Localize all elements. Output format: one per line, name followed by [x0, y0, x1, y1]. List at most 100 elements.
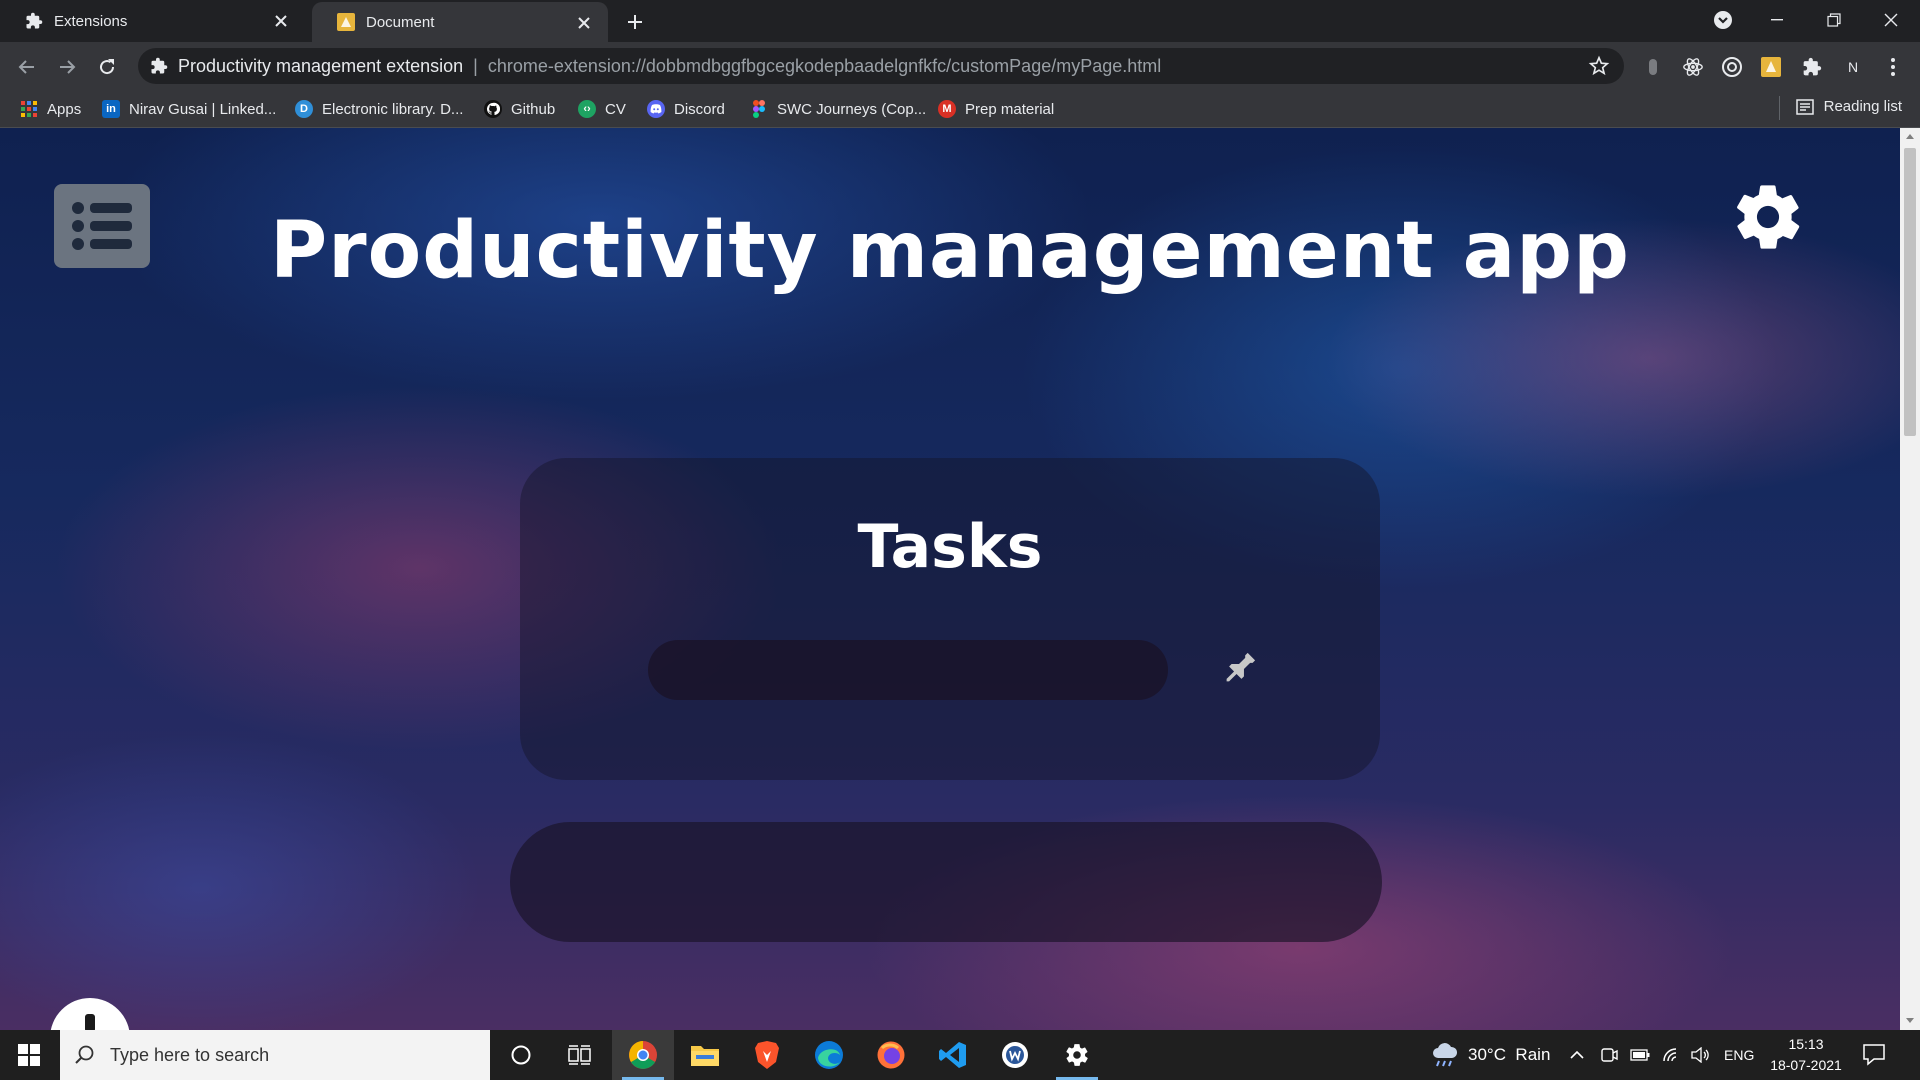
reload-button[interactable]	[92, 52, 122, 82]
target-extension-icon[interactable]	[1719, 54, 1745, 80]
bookmarks-bar: Apps in Nirav Gusai | Linked... D Electr…	[0, 90, 1920, 128]
bookmark-label: Discord	[674, 100, 725, 118]
chrome-taskbar-icon[interactable]	[612, 1030, 674, 1080]
info-button[interactable]	[50, 998, 130, 1030]
chevron-up-icon	[1570, 1050, 1584, 1059]
task-input[interactable]	[648, 640, 1168, 700]
windows-start-button[interactable]	[0, 1030, 58, 1080]
brave-icon[interactable]	[736, 1030, 798, 1080]
firefox-icon[interactable]	[860, 1030, 922, 1080]
tab-extensions[interactable]: Extensions	[0, 0, 305, 42]
more-options-icon[interactable]	[1880, 54, 1906, 80]
rain-cloud-icon	[1430, 1042, 1460, 1068]
bookmark-label: Electronic library. D...	[322, 100, 464, 118]
forward-button[interactable]	[52, 52, 82, 82]
productivity-extension-icon[interactable]	[1758, 54, 1784, 80]
extension-favicon-icon	[336, 12, 356, 32]
puzzle-icon	[24, 11, 44, 31]
settings-taskbar-icon[interactable]	[1046, 1030, 1108, 1080]
linkedin-icon: in	[102, 100, 120, 118]
scroll-thumb[interactable]	[1904, 148, 1916, 436]
tasks-heading: Tasks	[857, 512, 1043, 582]
bookmark-linkedin[interactable]: in Nirav Gusai | Linked...	[102, 98, 276, 120]
bookmark-label: Apps	[47, 100, 82, 118]
url-separator: |	[473, 55, 478, 76]
page-title: Productivity management app	[270, 206, 1630, 296]
bookmark-electronic-library[interactable]: D Electronic library. D...	[295, 98, 463, 120]
cv-icon: ‹›	[578, 100, 596, 118]
restore-button[interactable]	[1805, 0, 1863, 40]
figma-icon	[750, 100, 768, 118]
battery-icon[interactable]	[1630, 1030, 1650, 1080]
url-text: chrome-extension://dobbmdbggfbgcegkodepb…	[487, 55, 1162, 76]
windows-taskbar: Type here to search 30°C Rain ENG 15:13 …	[0, 1030, 1920, 1080]
address-bar[interactable]: Productivity management extension | chro…	[138, 48, 1624, 84]
show-hidden-icons-button[interactable]	[1570, 1030, 1584, 1080]
close-window-button[interactable]	[1862, 0, 1920, 40]
tab-title: Extensions	[54, 12, 128, 30]
back-button[interactable]	[12, 52, 42, 82]
bookmark-swc-journeys[interactable]: SWC Journeys (Cop...	[750, 98, 926, 120]
browser-tab-strip: Extensions Document	[0, 0, 1920, 42]
edge-icon[interactable]	[798, 1030, 860, 1080]
bookmark-discord[interactable]: Discord	[647, 98, 725, 120]
taskbar-clock[interactable]: 15:13 18-07-2021	[1762, 1034, 1850, 1076]
bookmark-cv[interactable]: ‹› CV	[578, 98, 626, 120]
extensions-puzzle-icon[interactable]	[1799, 54, 1825, 80]
github-icon	[484, 100, 502, 118]
page-scrollbar[interactable]	[1900, 128, 1920, 1030]
reading-list-label: Reading list	[1823, 98, 1902, 115]
bookmark-label: Prep material	[965, 100, 1055, 118]
cortana-icon[interactable]	[490, 1030, 552, 1080]
site-name: Productivity management extension	[178, 55, 464, 76]
scroll-down-arrow[interactable]	[1906, 1018, 1914, 1023]
weather-text: 30°C Rain	[1468, 1045, 1551, 1064]
word-app-icon[interactable]	[984, 1030, 1046, 1080]
tab-document[interactable]: Document	[312, 2, 608, 42]
bookmark-label: Nirav Gusai | Linked...	[129, 100, 277, 118]
extension-page: Productivity management app Tasks	[0, 128, 1900, 1030]
volume-icon[interactable]	[1690, 1030, 1710, 1080]
bookmark-github[interactable]: Github	[484, 98, 555, 120]
puzzle-icon	[150, 57, 168, 75]
meet-now-icon[interactable]	[1600, 1030, 1618, 1080]
close-tab-icon[interactable]	[574, 13, 594, 33]
file-explorer-icon[interactable]	[674, 1030, 736, 1080]
minimize-button[interactable]	[1748, 0, 1806, 40]
language-indicator[interactable]: ENG	[1724, 1030, 1754, 1080]
bookmark-prep-material[interactable]: M Prep material	[938, 98, 1054, 120]
apps-grid-icon	[20, 100, 38, 118]
profile-avatar[interactable]: N	[1840, 54, 1866, 80]
tab-search-button[interactable]	[1694, 0, 1752, 40]
clock-time: 15:13	[1788, 1036, 1824, 1052]
tab-title: Document	[366, 13, 435, 31]
discord-icon	[647, 100, 665, 118]
settings-gear-icon[interactable]	[1729, 178, 1807, 256]
tasks-card: Tasks	[520, 458, 1380, 780]
bookmark-label: CV	[605, 100, 626, 118]
wifi-icon[interactable]	[1662, 1030, 1682, 1080]
notifications-icon[interactable]	[1862, 1042, 1888, 1068]
extension-icon[interactable]	[1640, 54, 1666, 80]
react-devtools-icon[interactable]	[1680, 54, 1706, 80]
reading-list-button[interactable]: Reading list	[1795, 98, 1902, 115]
bookmark-apps[interactable]: Apps	[20, 98, 81, 120]
gmail-icon: M	[938, 100, 956, 118]
scroll-up-arrow[interactable]	[1906, 134, 1914, 139]
close-tab-icon[interactable]	[271, 11, 291, 31]
notes-panel[interactable]	[510, 822, 1382, 942]
search-icon	[74, 1044, 96, 1066]
weather-widget[interactable]: 30°C Rain	[1430, 1030, 1550, 1080]
bookmark-star-icon[interactable]	[1588, 55, 1610, 77]
new-tab-button[interactable]	[622, 9, 648, 35]
taskbar-search-box[interactable]: Type here to search	[60, 1030, 490, 1080]
library-icon: D	[295, 100, 313, 118]
bookmark-label: Github	[511, 100, 556, 118]
browser-toolbar: Productivity management extension | chro…	[0, 42, 1920, 90]
clock-date: 18-07-2021	[1770, 1057, 1842, 1073]
vscode-icon[interactable]	[922, 1030, 984, 1080]
reading-list-icon	[1795, 98, 1814, 115]
bookmark-label: SWC Journeys (Cop...	[777, 100, 927, 118]
task-view-icon[interactable]	[549, 1030, 611, 1080]
pin-task-icon[interactable]	[1216, 646, 1262, 692]
